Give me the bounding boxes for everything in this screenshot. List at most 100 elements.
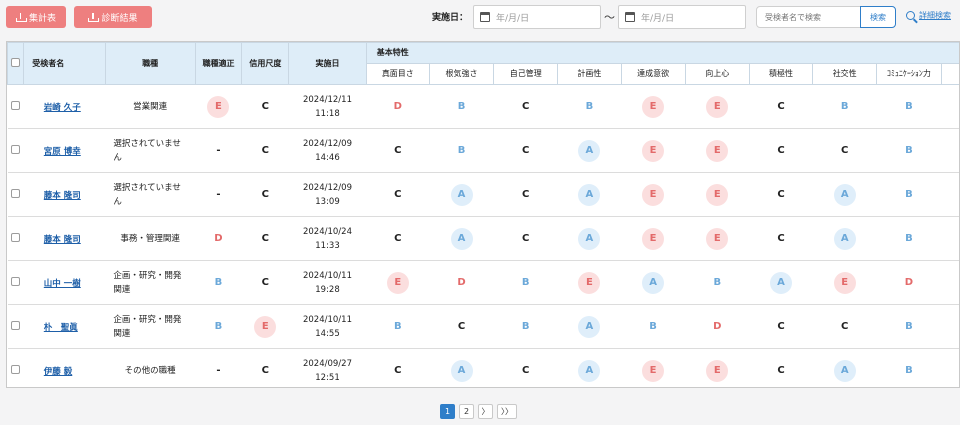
trait-cell: B (876, 348, 941, 387)
select-cell (7, 84, 24, 129)
examinee-name-link[interactable]: 宮原 博幸 (44, 147, 81, 157)
trust-grade: E (254, 315, 277, 338)
trait-grade: C (777, 233, 785, 244)
trait-cell: C (749, 304, 813, 349)
header-trait[interactable]: ｺﾐｭﾆｹｰｼｮﾝ力 (876, 63, 942, 85)
header-trait[interactable]: 社交性 (812, 63, 878, 85)
trait-grade: D (904, 277, 914, 288)
table-row: 岩崎 久子 営業関連 E C 2024/12/11 11:18 D B C B E E C B B (7, 84, 959, 129)
page-button[interactable]: 2 (459, 404, 474, 419)
trait-grade: C (522, 101, 530, 112)
header-fit[interactable]: 職種適正 (194, 42, 243, 85)
trait-grade: B (905, 365, 913, 376)
date-cell: 2024/12/09 14:46 (288, 128, 367, 173)
trait-grade: A (833, 359, 856, 382)
trait-cell: C (366, 348, 430, 387)
trust-cell: C (241, 260, 289, 305)
trait-cell: C (749, 84, 813, 129)
trait-cell: B (366, 304, 430, 349)
trait-grade: B (649, 321, 657, 332)
row-checkbox[interactable] (11, 188, 21, 198)
row-checkbox[interactable] (11, 232, 21, 242)
trait-grade: C (522, 189, 530, 200)
row-checkbox[interactable] (11, 364, 21, 374)
examinee-name-link[interactable]: 伊藤 毅 (44, 367, 72, 377)
trust-cell: C (241, 128, 289, 173)
trust-cell: C (241, 216, 289, 261)
results-table-container[interactable]: 受検者名 職種 職種適正 信用尺度 実施日 基本特性 真面目さ 根気強さ 自己管理計… (6, 41, 960, 388)
date-from-input[interactable]: 年/月/日 (473, 5, 601, 29)
trait-grade: C (457, 321, 466, 332)
trait-cell: A (621, 260, 686, 305)
header-name[interactable]: 受検者名 (23, 42, 106, 85)
trait-cell: B (876, 128, 941, 173)
row-checkbox[interactable] (11, 320, 21, 330)
examinee-search-input[interactable] (756, 6, 862, 28)
job-cell: 企画・研究・開発関連 (105, 260, 196, 305)
examinee-name-link[interactable]: 藤本 隆司 (44, 191, 81, 201)
examinee-name-link[interactable]: 藤本 隆司 (44, 235, 81, 245)
trait-cell: B (812, 84, 877, 129)
fit-grade: E (207, 95, 230, 118)
time-value: 11:18 (315, 108, 340, 119)
trait-grade: A (770, 271, 792, 294)
aggregate-download-button[interactable]: 集計表 (6, 6, 66, 28)
last-page-button[interactable]: 〉〉 (497, 404, 517, 419)
trait-grade: A (642, 271, 665, 294)
row-checkbox[interactable] (11, 276, 21, 286)
table-row: 藤本 隆司 選択されていません - C 2024/12/09 13:09 C A C A E E C A B (7, 172, 959, 217)
examinee-name-link[interactable]: 山中 一樹 (44, 279, 81, 289)
time-value: 14:46 (315, 152, 340, 163)
trait-grade: B (905, 101, 913, 112)
date-to-placeholder: 年/月/日 (641, 13, 675, 24)
advanced-search-label: 詳細検索 (919, 11, 951, 20)
header-trait[interactable]: 自己管理 (493, 63, 559, 85)
row-checkbox[interactable] (11, 144, 21, 154)
header-trait[interactable]: 根気強さ (428, 63, 495, 85)
time-value: 11:33 (315, 240, 340, 251)
trait-cell: E (685, 216, 750, 261)
trait-grade: B (905, 189, 913, 200)
time-value: 13:09 (315, 196, 340, 207)
trait-cell: B (429, 84, 494, 129)
select-all-cell (7, 42, 25, 85)
header-trait[interactable]: 積極性 (748, 63, 814, 85)
trait-grade: A (833, 183, 856, 206)
header-trust[interactable]: 信用尺度 (241, 42, 290, 85)
trait-cell (941, 84, 959, 129)
trait-grade: E (642, 359, 665, 382)
header-trait[interactable]: 協調 (940, 63, 959, 85)
magnifier-icon (906, 11, 915, 20)
trait-grade: A (578, 183, 601, 206)
trait-cell: E (366, 260, 430, 305)
date-cell: 2024/10/11 19:28 (288, 260, 367, 305)
header-trait[interactable]: 真面目さ (365, 63, 430, 85)
examinee-name-link[interactable]: 朴 聖眞 (44, 323, 78, 333)
advanced-search-link[interactable]: 詳細検索 (906, 10, 951, 21)
header-trait[interactable]: 向上心 (684, 63, 750, 85)
header-trait[interactable]: 達成意欲 (620, 63, 686, 85)
trait-cell: D (685, 304, 750, 349)
trait-grade: C (394, 365, 402, 376)
table-row: 朴 聖眞 企画・研究・開発関連 B E 2024/10/11 14:55 B C B A B D C C B (7, 304, 959, 349)
trait-grade: E (578, 271, 601, 294)
trait-grade: B (521, 277, 530, 288)
trait-grade: C (777, 189, 785, 200)
header-trait[interactable]: 計画性 (557, 63, 622, 85)
header-job[interactable]: 職種 (104, 42, 196, 85)
name-cell: 岩崎 久子 (23, 84, 106, 129)
trait-cell (941, 348, 959, 387)
calendar-icon (625, 12, 635, 22)
trait-grade: C (841, 145, 849, 156)
trait-grade: A (578, 227, 601, 250)
row-checkbox[interactable] (11, 100, 21, 110)
header-date[interactable]: 実施日 (288, 42, 367, 85)
page-button[interactable]: 1 (440, 404, 455, 419)
examinee-name-link[interactable]: 岩崎 久子 (44, 103, 81, 113)
next-page-button[interactable]: 〉 (478, 404, 493, 419)
date-to-input[interactable]: 年/月/日 (618, 5, 746, 29)
search-button[interactable]: 検索 (860, 6, 896, 28)
date-cell: 2024/09/27 12:51 (288, 348, 367, 387)
diagnosis-download-button[interactable]: 診断結果 (74, 6, 152, 28)
select-all-checkbox[interactable] (11, 57, 21, 67)
